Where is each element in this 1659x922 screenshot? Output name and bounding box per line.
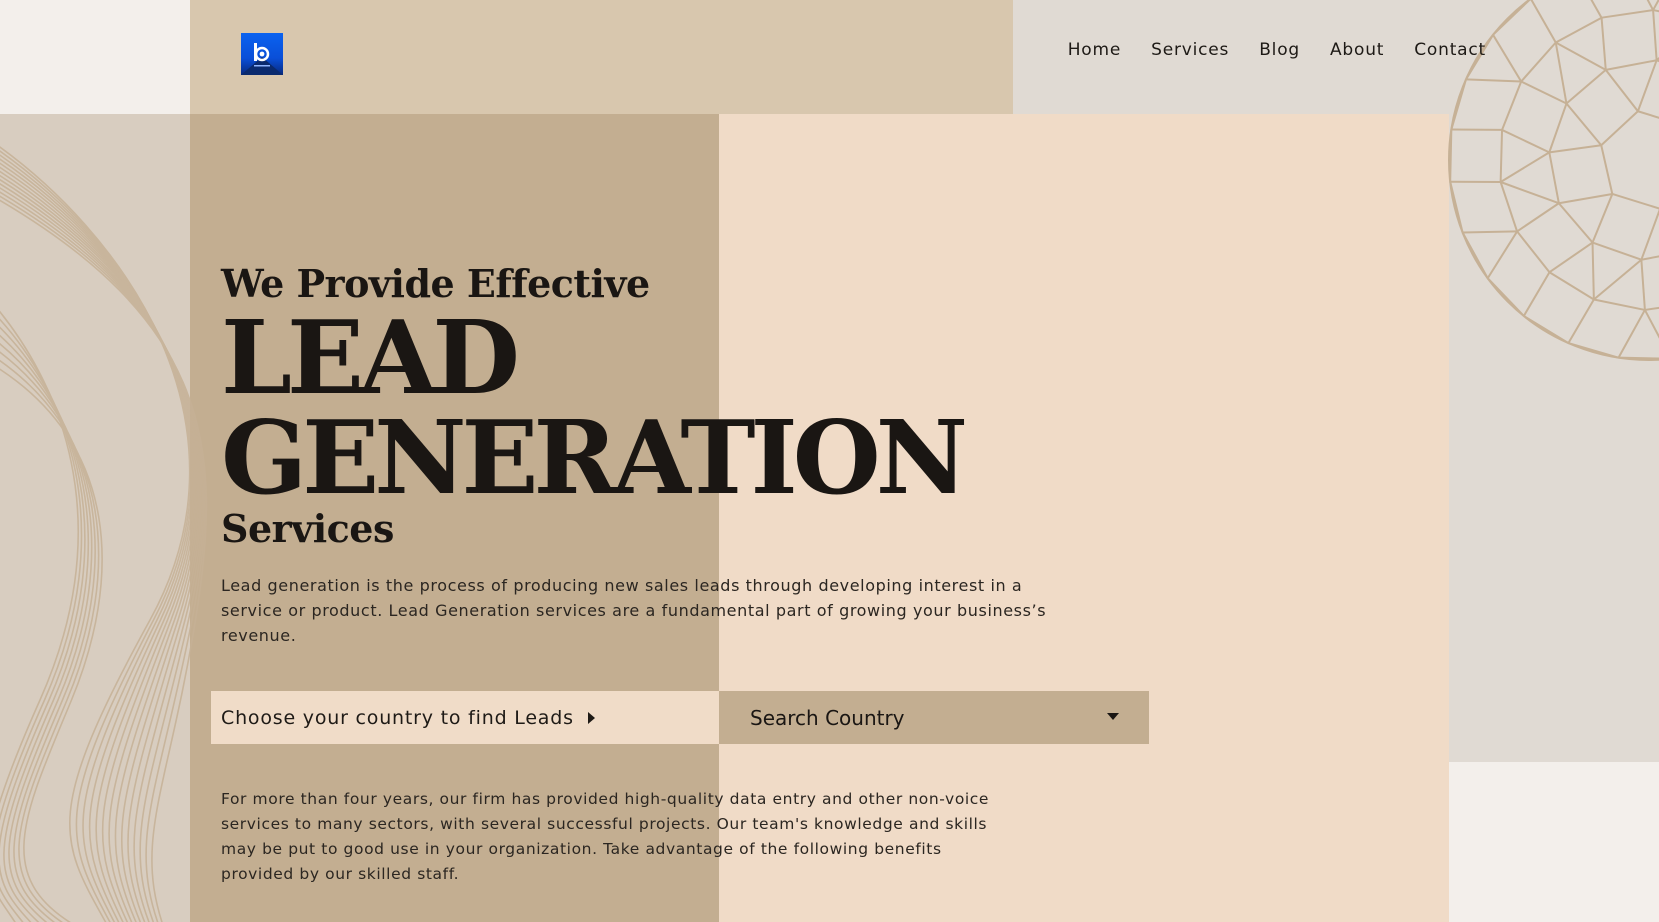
main-nav: Home Services Blog About Contact xyxy=(1068,40,1486,60)
caret-right-icon xyxy=(587,711,595,724)
hero-title-lead: LEAD xyxy=(221,298,520,417)
country-select[interactable]: Search Country xyxy=(719,691,1149,744)
hero-description: Lead generation is the process of produc… xyxy=(221,576,1047,645)
nav-home[interactable]: Home xyxy=(1068,40,1121,60)
caret-down-icon xyxy=(1107,713,1119,720)
nav-services[interactable]: Services xyxy=(1151,40,1229,60)
nav-blog[interactable]: Blog xyxy=(1259,40,1300,60)
background-right-side xyxy=(1449,114,1659,762)
country-finder-label: Choose your country to find Leads xyxy=(211,691,719,744)
hero-heading: We Provide Effective LEAD GENERATION Ser… xyxy=(221,258,968,552)
background-left-strip xyxy=(0,114,190,922)
country-finder-text: Choose your country to find Leads xyxy=(221,706,574,729)
nav-contact[interactable]: Contact xyxy=(1414,40,1486,60)
background-header-band xyxy=(190,0,1013,114)
hero-title-generation: GENERATION xyxy=(221,398,968,517)
nav-about[interactable]: About xyxy=(1330,40,1384,60)
country-select-value: Search Country xyxy=(750,705,905,730)
about-paragraph: For more than four years, our firm has p… xyxy=(221,790,990,883)
brand-logo-icon[interactable] xyxy=(241,33,283,75)
